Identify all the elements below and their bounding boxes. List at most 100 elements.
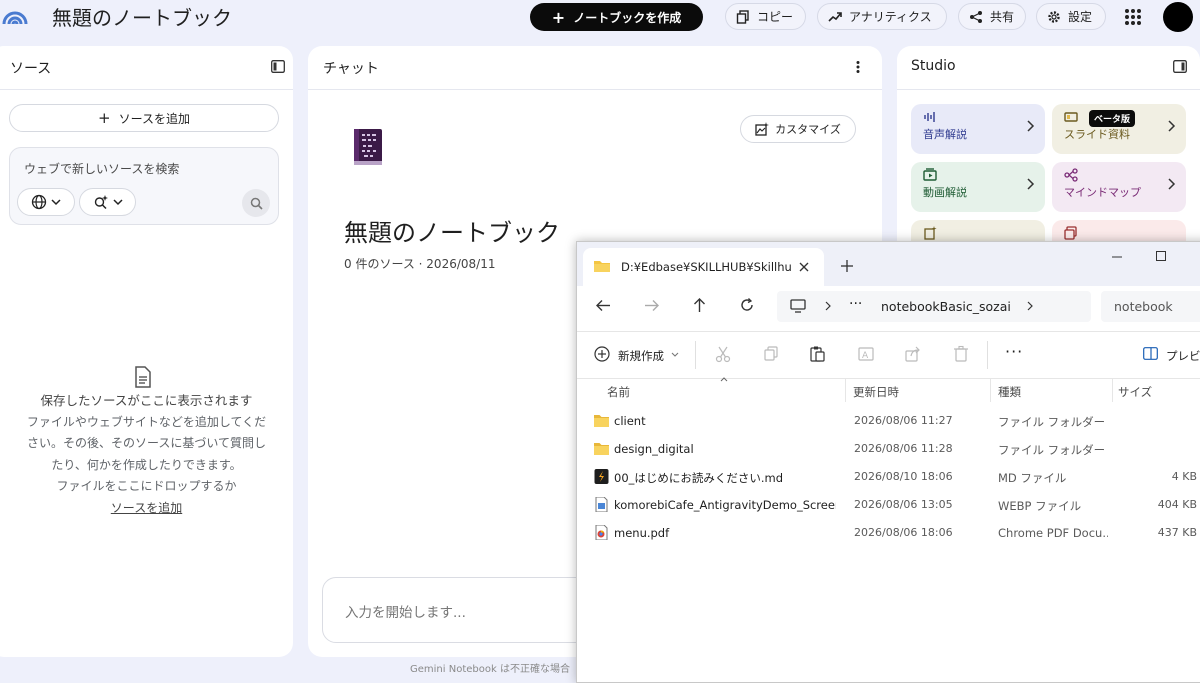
more-options-icon[interactable]: ··· — [1005, 342, 1023, 361]
add-source-button[interactable]: + ソースを追加 — [9, 104, 279, 132]
explorer-search-input[interactable]: notebook — [1101, 291, 1200, 322]
file-date: 2026/08/06 11:27 — [854, 414, 953, 427]
document-icon — [134, 366, 152, 388]
preview-button[interactable]: プレビュー — [1166, 348, 1200, 364]
breadcrumb[interactable]: notebookBasic_sozai — [881, 299, 1011, 314]
cut-icon[interactable] — [714, 345, 732, 363]
flashcards-icon — [1064, 226, 1077, 240]
web-search-box[interactable]: ウェブで新しいソースを検索 — [9, 147, 279, 225]
column-header-size[interactable]: サイズ — [1118, 384, 1152, 400]
file-row[interactable]: menu.pdf 2026/08/06 18:06 Chrome PDF Doc… — [577, 519, 1200, 547]
file-explorer-window[interactable]: D:¥Edbase¥SKILLHUB¥Skillhub ··· notebook… — [576, 241, 1200, 683]
explorer-tab[interactable]: D:¥Edbase¥SKILLHUB¥Skillhub — [583, 248, 824, 286]
analytics-button[interactable]: アナリティクス — [817, 3, 947, 30]
file-size: 4 KB — [1171, 470, 1197, 483]
refresh-icon[interactable] — [740, 298, 754, 312]
column-header-type[interactable]: 種類 — [998, 384, 1021, 400]
slides-icon — [1064, 112, 1078, 122]
divider — [1112, 378, 1113, 402]
new-item-button[interactable]: 新規作成 — [618, 348, 664, 364]
chevron-right-icon — [1027, 301, 1033, 311]
chevron-right-icon — [1168, 178, 1176, 190]
apps-grid-icon[interactable] — [1124, 8, 1142, 26]
file-name: 00_はじめにお読みください.md — [614, 471, 784, 485]
preview-pane-icon — [1143, 347, 1158, 360]
copy-button[interactable]: コピー — [725, 3, 806, 30]
studio-card-mind-map[interactable]: マインドマップ — [1052, 162, 1186, 212]
maximize-icon[interactable] — [1156, 251, 1166, 261]
file-type: MD ファイル — [998, 471, 1067, 485]
delete-icon[interactable] — [952, 345, 970, 363]
empty-desc-line: さい。その後、そのソースに基づいて質問し — [26, 436, 267, 450]
explorer-toolbar: 新規作成 A ··· プレビュー — [577, 332, 1200, 379]
rename-icon[interactable]: A — [857, 345, 875, 363]
chat-header: チャット — [323, 61, 379, 77]
notebook-title[interactable]: 無題のノートブック — [52, 2, 232, 31]
share-icon[interactable] — [904, 345, 922, 363]
divider — [987, 341, 988, 369]
ellipsis-icon[interactable]: ··· — [849, 296, 862, 312]
collapse-panel-icon[interactable] — [1173, 60, 1187, 73]
file-row[interactable]: 00_はじめにお読みください.md 2026/08/10 18:06 MD ファ… — [577, 463, 1200, 491]
copy-label: コピー — [757, 10, 794, 24]
file-type: ファイル フォルダー — [998, 443, 1106, 457]
web-source-dropdown[interactable] — [17, 188, 75, 216]
share-button[interactable]: 共有 — [958, 3, 1026, 30]
studio-card-slides[interactable]: ベータ版 スライド資料 — [1052, 104, 1186, 154]
file-row[interactable]: client 2026/08/06 11:27 ファイル フォルダー — [577, 407, 1200, 435]
web-search-input[interactable]: ウェブで新しいソースを検索 — [24, 160, 179, 177]
copy-icon — [736, 9, 749, 24]
paste-icon[interactable] — [808, 345, 826, 363]
customize-button[interactable]: カスタマイズ — [740, 115, 856, 143]
studio-card-video-overview[interactable]: 動画解説 — [911, 162, 1045, 212]
studio-card-audio-overview[interactable]: 音声解説 — [911, 104, 1045, 154]
plus-icon: + — [551, 7, 566, 27]
add-source-link[interactable]: ソースを追加 — [0, 498, 293, 520]
computer-icon — [790, 299, 806, 313]
address-bar[interactable]: ··· notebookBasic_sozai — [777, 291, 1091, 322]
sources-panel — [0, 46, 293, 657]
settings-label: 設定 — [1068, 10, 1093, 24]
file-name: komorebiCafe_AntigravityDemo_Screens... — [614, 498, 836, 512]
file-row[interactable]: komorebiCafe_AntigravityDemo_Screens... … — [577, 491, 1200, 519]
more-vert-icon[interactable] — [855, 60, 861, 74]
chat-notebook-title: 無題のノートブック — [344, 219, 560, 247]
share-label: 共有 — [990, 10, 1015, 24]
add-circle-icon — [594, 346, 610, 362]
chevron-down-icon — [51, 199, 61, 206]
back-arrow-icon[interactable] — [596, 299, 611, 312]
sparkle-search-icon — [94, 195, 108, 210]
search-submit-button[interactable] — [242, 189, 270, 217]
sources-header: ソース — [10, 61, 52, 77]
beta-badge: ベータ版 — [1089, 110, 1136, 127]
file-size: 437 KB — [1157, 526, 1197, 539]
copy-icon[interactable] — [762, 345, 780, 363]
explorer-search-placeholder: notebook — [1114, 299, 1173, 314]
collapse-panel-icon[interactable] — [271, 60, 285, 73]
file-type: WEBP ファイル — [998, 499, 1082, 513]
chat-input-placeholder: 入力を開始します... — [345, 605, 466, 621]
folder-icon — [594, 415, 609, 427]
studio-card-label: マインドマップ — [1064, 186, 1141, 199]
minimize-icon[interactable] — [1112, 256, 1122, 258]
report-icon — [924, 226, 937, 240]
forward-arrow-icon[interactable] — [644, 299, 659, 312]
new-tab-icon[interactable] — [841, 260, 853, 272]
close-icon[interactable] — [799, 262, 809, 272]
studio-card-label: 音声解説 — [923, 128, 967, 141]
create-notebook-button[interactable]: + ノートブックを作成 — [530, 3, 703, 31]
explorer-tab-title: D:¥Edbase¥SKILLHUB¥Skillhub — [621, 260, 791, 274]
svg-text:A: A — [862, 351, 869, 361]
up-arrow-icon[interactable] — [693, 298, 706, 313]
divider — [0, 89, 293, 90]
sort-up-icon — [720, 377, 728, 382]
research-mode-dropdown[interactable] — [79, 188, 136, 216]
app-logo[interactable] — [0, 2, 30, 32]
avatar[interactable] — [1163, 2, 1193, 32]
settings-button[interactable]: 設定 — [1036, 3, 1106, 30]
column-header-date[interactable]: 更新日時 — [853, 384, 899, 400]
file-row[interactable]: design_digital 2026/08/06 11:28 ファイル フォル… — [577, 435, 1200, 463]
column-header-name[interactable]: 名前 — [607, 384, 630, 400]
studio-card-label: 動画解説 — [923, 186, 967, 199]
audio-wave-icon — [924, 112, 935, 122]
